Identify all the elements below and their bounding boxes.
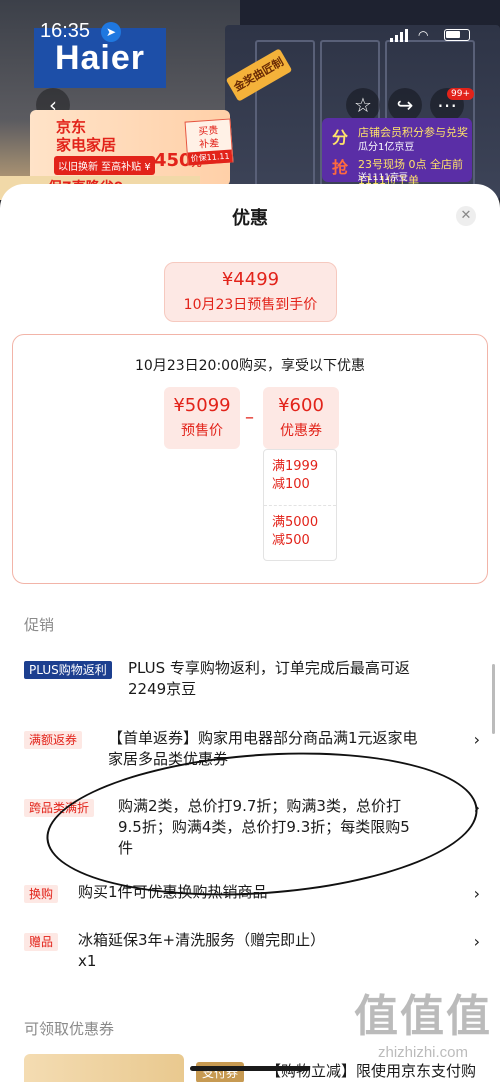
signal-icon xyxy=(390,28,408,42)
promotions-title: 促销 xyxy=(24,616,55,634)
calc-header: 10月23日20:00购买，享受以下优惠 xyxy=(135,358,365,374)
home-indicator[interactable] xyxy=(190,1066,310,1071)
promo-row-cross-category[interactable]: 跨品类满折 购满2类，总价打9.7折；购满3类，总价打 9.5折；购满4类，总价… xyxy=(24,796,484,862)
promo-tag: 赠品 xyxy=(24,933,59,951)
chevron-right-icon: › xyxy=(473,932,480,951)
points-promo-card[interactable]: 分 店铺会员积分参与兑奖 瓜分1亿京豆 抢 23号现场 0点 全店前1111位下… xyxy=(322,118,472,187)
fen-label: 分 xyxy=(332,128,349,147)
qiang-label: 抢 xyxy=(332,158,349,177)
presale-price-chip: ¥5099 预售价 xyxy=(164,387,240,449)
presale-label: 预售价 xyxy=(181,423,223,439)
promo-text: PLUS 专享购物返利，订单完成后最高可返 2249京豆 xyxy=(128,659,410,698)
coupon-total-chip: ¥600 优惠券 xyxy=(263,387,339,449)
status-icons: ◠ xyxy=(390,28,470,42)
promo-tag: 跨品类满折 xyxy=(24,799,95,817)
location-arrow-icon: ➤ xyxy=(101,22,121,42)
chevron-right-icon: › xyxy=(473,884,480,903)
coupon-divider xyxy=(264,505,336,506)
promo-tag: 满额返券 xyxy=(24,731,83,749)
coupon-item: 满1999 减100 xyxy=(272,459,319,492)
qiang-text: 送1111京豆 xyxy=(358,173,408,183)
payment-coupon-tag: 支付券 xyxy=(196,1062,245,1082)
price-protect-stamp: 买贵 补差 价保11.11 xyxy=(184,118,234,166)
presale-price: ¥5099 xyxy=(173,395,231,416)
favorite-star-icon[interactable]: ☆ xyxy=(346,88,380,122)
promo-row-coupon-return[interactable]: 满额返券 【首单返券】购家用电器部分商品满1元返家电 家居多品类优惠券 › xyxy=(24,728,484,772)
promo-row-exchange[interactable]: 换购 购买1件可优惠换购热销商品 › xyxy=(24,882,484,906)
wifi-icon: ◠ xyxy=(418,28,429,42)
scroll-indicator xyxy=(492,664,495,734)
promo-tag: 换购 xyxy=(24,885,59,903)
minus-sign: – xyxy=(245,407,254,428)
promo-line2: 家电家居 xyxy=(56,136,117,154)
final-price-label: 10月23日预售到手价 xyxy=(183,297,318,313)
promo-tag: PLUS购物返利 xyxy=(24,661,112,679)
status-time: 16:35 xyxy=(40,20,91,42)
coupons-title: 可领取优惠券 xyxy=(24,1020,115,1038)
price-calc-panel: 10月23日20:00购买，享受以下优惠 ¥5099 预售价 – ¥600 优惠… xyxy=(12,334,488,584)
site-watermark: 值值值 zhizhizhi.com xyxy=(348,990,498,1061)
final-price: ¥4499 xyxy=(221,269,280,290)
final-price-box: ¥4499 10月23日预售到手价 xyxy=(164,262,337,322)
promo-text: 购买1件可优惠换购热销商品 xyxy=(78,883,268,901)
promo-text: 冰箱延保3年+清洗服务（赠完即止） x1 xyxy=(78,931,326,970)
coupon-label: 优惠券 xyxy=(280,423,322,439)
chevron-right-icon: › xyxy=(473,730,480,749)
promo-text: 【首单返券】购家用电器部分商品满1元返家电 家居多品类优惠券 xyxy=(108,729,418,768)
coupon-value: ¥600 xyxy=(278,395,324,416)
coupon-card-peek[interactable] xyxy=(24,1054,184,1082)
watermark-logo: 值值值 xyxy=(354,991,492,1042)
cart-badge: 99+ xyxy=(447,88,474,100)
promo-text: 购满2类，总价打9.7折；购满3类，总价打 9.5折；购满4类，总价打9.3折；… xyxy=(118,797,410,857)
coupon-breakdown: 满1999 减100 满5000 减500 xyxy=(263,449,337,561)
watermark-site: zhizhizhi.com xyxy=(377,1044,469,1061)
close-icon[interactable]: ✕ xyxy=(456,206,476,226)
sheet-title: 优惠 xyxy=(232,208,268,229)
fen-text: 瓜分1亿京豆 xyxy=(358,142,415,153)
chevron-right-icon: › xyxy=(473,798,480,817)
product-banner: Haier 16:35 ➤ ◠ 金奖曲匠制 ‹ ☆ ↪ ⋯ 99+ 京东 家电家… xyxy=(0,0,500,200)
promo-row-plus[interactable]: PLUS购物返利 PLUS 专享购物返利，订单完成后最高可返 2249京豆 xyxy=(24,658,484,702)
battery-icon xyxy=(444,29,470,41)
discount-sheet: 优惠 ✕ ¥4499 10月23日预售到手价 10月23日20:00购买，享受以… xyxy=(0,184,500,1082)
promo-sub: 以旧换新 至高补贴 ¥ xyxy=(54,156,155,175)
promo-row-gift[interactable]: 赠品 冰箱延保3年+清洗服务（赠完即止） x1 › xyxy=(24,930,484,974)
share-icon[interactable]: ↪ xyxy=(388,88,422,122)
coupon-item: 满5000 减500 xyxy=(272,515,319,548)
